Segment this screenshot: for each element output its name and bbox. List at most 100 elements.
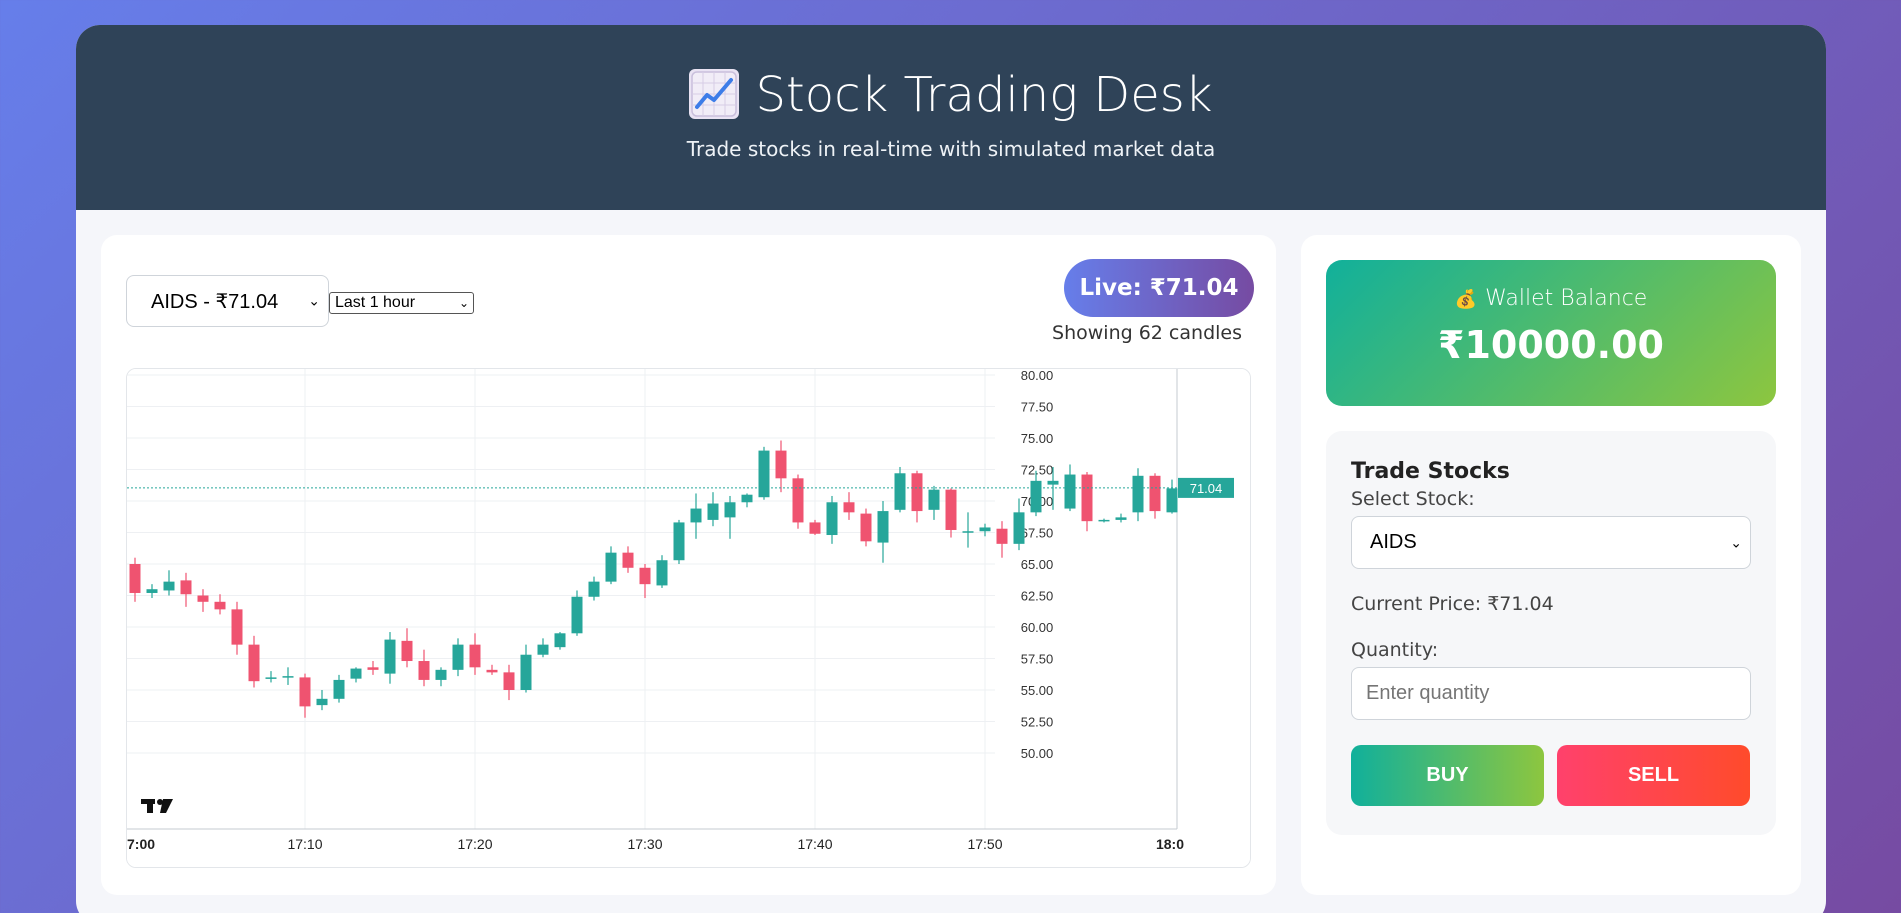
wallet-card: 💰 Wallet Balance ₹10000.00 <box>1326 260 1776 406</box>
candle-body <box>520 654 532 690</box>
candle-body <box>197 595 209 602</box>
live-price-badge: Live: ₹71.04 <box>1064 259 1254 317</box>
candlestick-chart[interactable]: 80.0077.5075.0072.5070.0067.5065.0062.50… <box>126 368 1251 868</box>
candle-body <box>979 527 991 532</box>
candle-body <box>537 644 549 655</box>
candle-body <box>129 564 141 593</box>
sell-button[interactable]: SELL <box>1557 745 1750 806</box>
x-tick-label: 18:0 <box>1156 836 1184 852</box>
candle-body <box>911 473 923 512</box>
y-tick-label: 75.00 <box>1021 431 1054 446</box>
chart-panel: AIDS - ₹71.04 ⌄ Last 1 hour ⌄ Live: ₹71.… <box>101 235 1276 895</box>
select-stock-label: Select Stock: <box>1351 488 1475 510</box>
buy-button[interactable]: BUY <box>1351 745 1544 806</box>
candle-body <box>1098 519 1110 522</box>
trade-stock-select-value: AIDS <box>1370 531 1417 553</box>
chart-canvas[interactable]: 80.0077.5075.0072.5070.0067.5065.0062.50… <box>127 369 1251 868</box>
x-tick-label: 17:50 <box>967 836 1002 852</box>
candle-body <box>469 644 481 668</box>
candle-body <box>673 522 685 561</box>
wallet-label: 💰 Wallet Balance <box>1326 286 1776 311</box>
chart-stock-select-value: AIDS - ₹71.04 <box>151 290 279 313</box>
candle-body <box>945 489 957 530</box>
candle-body <box>265 677 277 679</box>
candle-body <box>860 513 872 542</box>
candle-body <box>214 601 226 610</box>
candle-body <box>146 589 158 593</box>
candle-body <box>231 609 243 645</box>
chart-background <box>127 369 1250 867</box>
candle-body <box>486 669 498 673</box>
candle-body <box>316 698 328 706</box>
page-subtitle: Trade stocks in real-time with simulated… <box>686 137 1216 161</box>
candle-body <box>571 596 583 634</box>
candle-count-text: Showing 62 candles <box>1052 322 1242 344</box>
y-tick-label: 50.00 <box>1021 746 1054 761</box>
candle-body <box>163 581 175 591</box>
chart-increasing-icon <box>689 69 740 119</box>
candle-body <box>639 567 651 585</box>
y-tick-label: 65.00 <box>1021 557 1054 572</box>
y-tick-label: 55.00 <box>1021 683 1054 698</box>
trade-buttons: BUY SELL <box>1351 745 1751 806</box>
candle-body <box>826 502 838 536</box>
candle-body <box>1115 517 1127 520</box>
candle-body <box>758 450 770 498</box>
trade-sidebar: 💰 Wallet Balance ₹10000.00 Trade Stocks S… <box>1301 235 1801 895</box>
x-tick-label: 17:10 <box>287 836 322 852</box>
candle-body <box>248 644 260 682</box>
candle-body <box>452 644 464 670</box>
trade-form: Trade Stocks Select Stock: AIDS ⌄ Curren… <box>1326 431 1776 835</box>
chevron-down-icon: ⌄ <box>308 292 320 309</box>
candle-body <box>605 552 617 582</box>
y-tick-label: 52.50 <box>1021 715 1054 730</box>
page-title: Stock Trading Desk <box>76 25 1826 123</box>
candle-body <box>554 633 566 648</box>
candle-body <box>775 450 787 479</box>
time-range-select-value: Last 1 hour <box>335 294 416 311</box>
candle-body <box>894 473 906 510</box>
quantity-input[interactable] <box>1351 667 1751 720</box>
trade-title: Trade Stocks <box>1351 459 1510 484</box>
page-title-text: Stock Trading Desk <box>755 67 1213 123</box>
candle-body <box>418 661 430 680</box>
candle-body <box>656 560 668 586</box>
candle-body <box>741 494 753 503</box>
candle-body <box>588 581 600 597</box>
candle-body <box>384 639 396 674</box>
candle-body <box>299 677 311 707</box>
trade-stock-select[interactable]: AIDS ⌄ <box>1351 516 1751 569</box>
candle-body <box>928 489 940 510</box>
candle-body <box>843 502 855 513</box>
app-header: Stock Trading Desk Trade stocks in real-… <box>76 25 1826 210</box>
x-tick-label: 17:40 <box>797 836 832 852</box>
candle-body <box>809 522 821 534</box>
candle-body <box>1166 488 1178 513</box>
candle-body <box>1013 512 1025 544</box>
quantity-label: Quantity: <box>1351 639 1439 661</box>
candle-body <box>724 502 736 518</box>
y-tick-label: 60.00 <box>1021 620 1054 635</box>
candle-body <box>707 503 719 520</box>
y-tick-label: 67.50 <box>1021 526 1054 541</box>
candle-body <box>282 676 294 678</box>
wallet-balance: ₹10000.00 <box>1438 323 1664 367</box>
y-tick-label: 72.50 <box>1021 463 1054 478</box>
candle-body <box>1149 475 1161 512</box>
candle-body <box>877 511 889 543</box>
wallet-label-text: Wallet Balance <box>1485 286 1648 311</box>
candle-body <box>333 679 345 699</box>
chevron-down-icon: ⌄ <box>1730 534 1742 550</box>
y-tick-label: 57.50 <box>1021 652 1054 667</box>
candle-body <box>1081 474 1093 522</box>
candle-body <box>367 667 379 670</box>
candle-body <box>503 672 515 690</box>
time-range-select[interactable]: Last 1 hour ⌄ <box>329 292 474 314</box>
candle-body <box>1064 474 1076 509</box>
candle-body <box>1047 480 1059 485</box>
chart-stock-select[interactable]: AIDS - ₹71.04 ⌄ <box>126 275 329 327</box>
chevron-down-icon: ⌄ <box>458 296 469 310</box>
candle-body <box>180 580 192 595</box>
money-bag-icon: 💰 <box>1454 289 1478 310</box>
candle-body <box>962 531 974 533</box>
